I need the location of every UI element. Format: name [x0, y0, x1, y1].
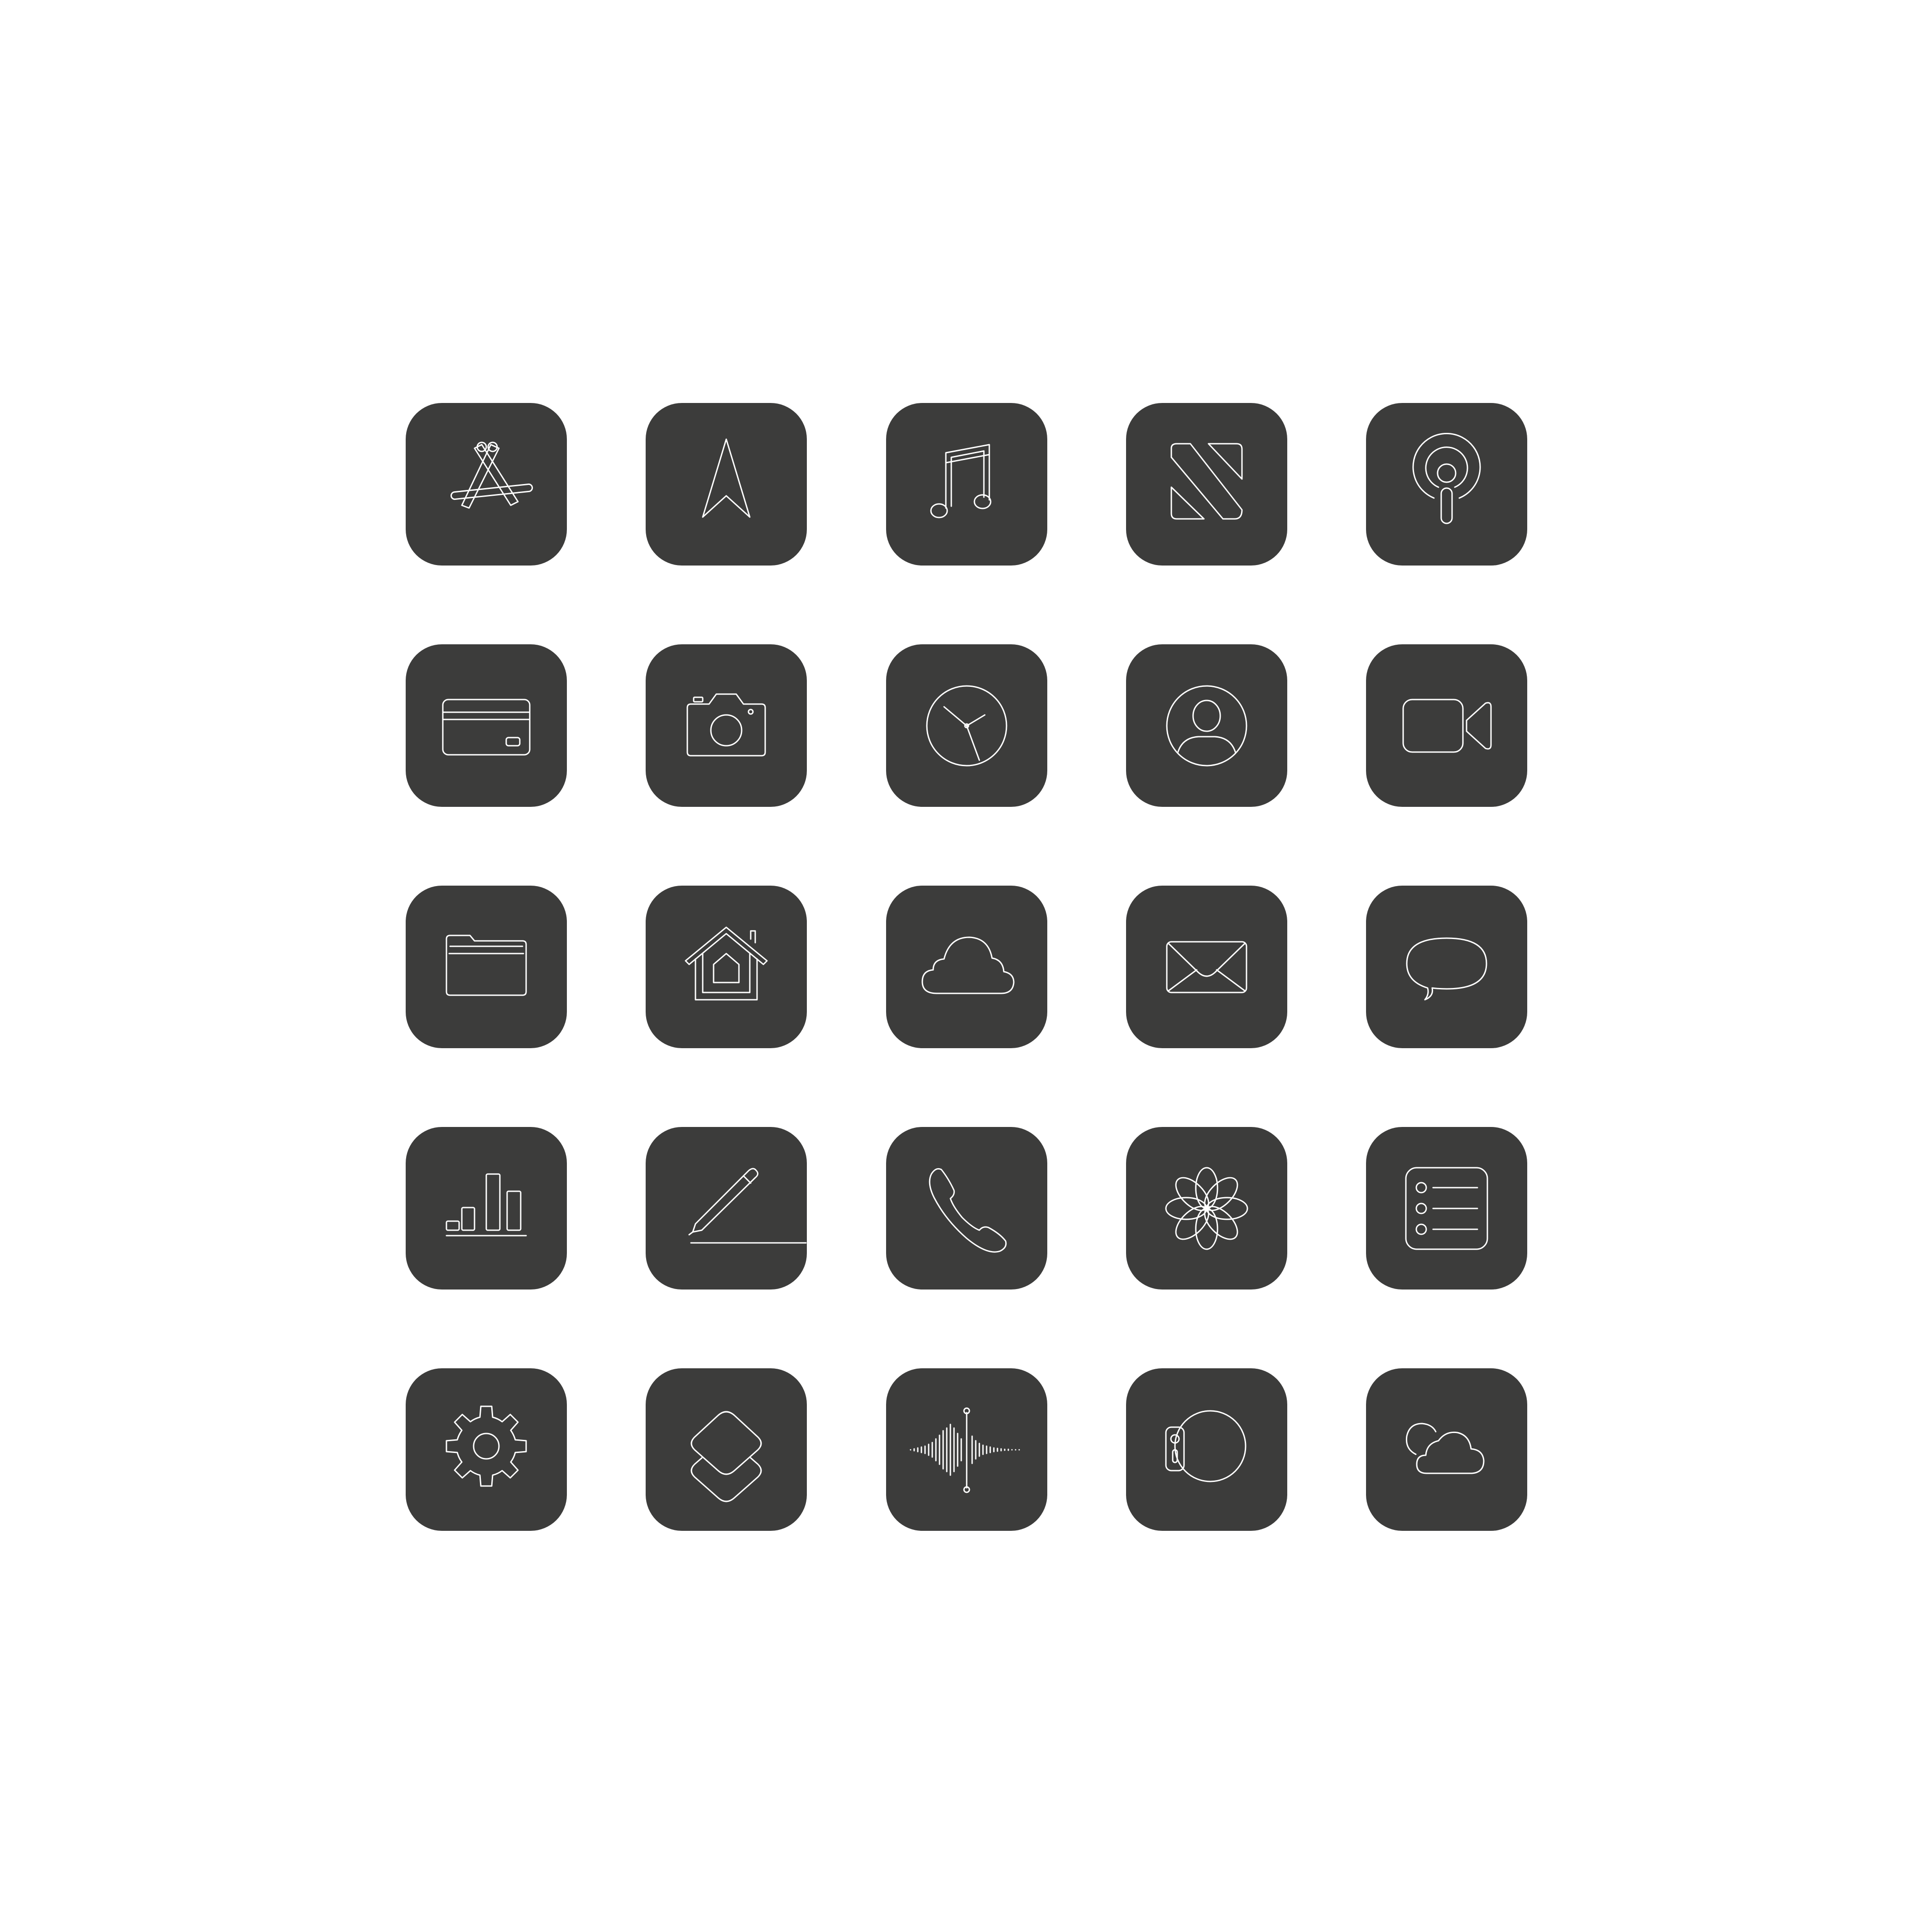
- pages-tile[interactable]: [646, 1127, 807, 1290]
- maps-navigation-tile[interactable]: [646, 403, 807, 566]
- photos-tile[interactable]: [1126, 1127, 1287, 1290]
- numbers-tile[interactable]: [406, 1127, 567, 1290]
- watch-icon: [1126, 1368, 1287, 1531]
- maps-navigation-icon: [646, 403, 807, 566]
- wallet-card-icon: [406, 644, 567, 807]
- news-icon: [1126, 403, 1287, 566]
- messages-tile[interactable]: [1366, 886, 1527, 1048]
- contacts-icon: [1126, 644, 1287, 807]
- podcasts-tile[interactable]: [1366, 403, 1527, 566]
- mail-icon: [1126, 886, 1287, 1048]
- home-icon: [646, 886, 807, 1048]
- numbers-chart-icon: [406, 1127, 567, 1290]
- podcasts-icon: [1366, 403, 1527, 566]
- mail-tile[interactable]: [1126, 886, 1287, 1048]
- clock-icon: [886, 644, 1047, 807]
- wallet-tile[interactable]: [406, 644, 567, 807]
- facetime-icon: [1366, 644, 1527, 807]
- shortcuts-icon: [646, 1368, 807, 1531]
- weather-tile[interactable]: [1366, 1368, 1527, 1531]
- clock-tile[interactable]: [886, 644, 1047, 807]
- voice-memos-icon: [886, 1368, 1047, 1531]
- phone-tile[interactable]: [886, 1127, 1047, 1290]
- settings-gear-icon: [406, 1368, 567, 1531]
- shortcuts-tile[interactable]: [646, 1368, 807, 1531]
- camera-tile[interactable]: [646, 644, 807, 807]
- weather-icon: [1366, 1368, 1527, 1531]
- app-store-icon: [406, 403, 567, 566]
- news-tile[interactable]: [1126, 403, 1287, 566]
- home-tile[interactable]: [646, 886, 807, 1048]
- photos-icon: [1126, 1127, 1287, 1290]
- pages-pencil-icon: [646, 1127, 807, 1290]
- phone-icon: [886, 1127, 1047, 1290]
- music-icon: [886, 403, 1047, 566]
- watch-tile[interactable]: [1126, 1368, 1287, 1531]
- reminders-tile[interactable]: [1366, 1127, 1527, 1290]
- contacts-tile[interactable]: [1126, 644, 1287, 807]
- files-tile[interactable]: [406, 886, 567, 1048]
- reminders-icon: [1366, 1127, 1527, 1290]
- icloud-icon: [886, 886, 1047, 1048]
- voice-memos-tile[interactable]: [886, 1368, 1047, 1531]
- app-icon-grid: [406, 403, 1527, 1531]
- app-store-tile[interactable]: [406, 403, 567, 566]
- icloud-tile[interactable]: [886, 886, 1047, 1048]
- files-folder-icon: [406, 886, 567, 1048]
- messages-icon: [1366, 886, 1527, 1048]
- settings-tile[interactable]: [406, 1368, 567, 1531]
- camera-icon: [646, 644, 807, 807]
- music-tile[interactable]: [886, 403, 1047, 566]
- facetime-tile[interactable]: [1366, 644, 1527, 807]
